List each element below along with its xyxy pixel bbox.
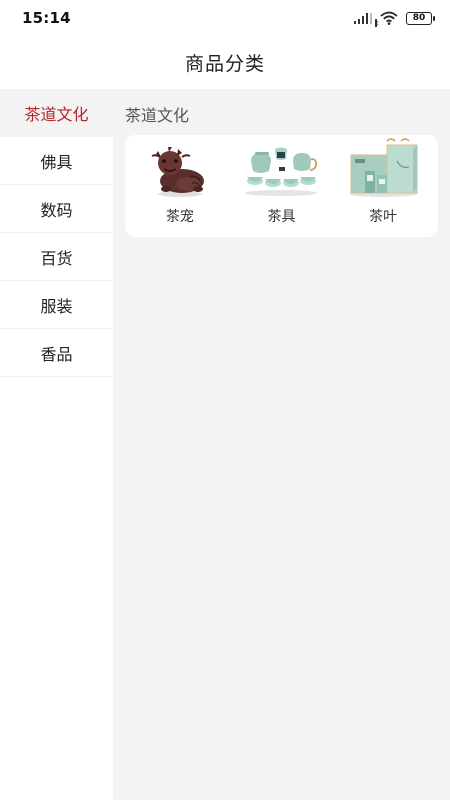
- status-bar: 15:14 x 80: [0, 0, 450, 36]
- battery-icon: 80: [406, 11, 435, 25]
- product-label-tea-set: 茶具: [267, 209, 296, 225]
- product-label-tea-leaves: 茶叶: [369, 209, 398, 225]
- product-label-tea-pet: 茶宠: [165, 209, 194, 225]
- page-title: 商品分类: [184, 53, 265, 75]
- page-header: 商品分类: [0, 36, 450, 89]
- status-time: 15:14: [22, 9, 71, 27]
- product-tea-set[interactable]: 茶具: [233, 135, 329, 226]
- subcategory-card: 茶宠 茶具 茶叶: [125, 135, 438, 237]
- wifi-icon: [380, 11, 398, 25]
- tea-set-image: [245, 147, 318, 196]
- tea-pet-image: [151, 147, 204, 197]
- section-title: 茶道文化: [125, 106, 190, 125]
- status-icons: x 80: [353, 11, 435, 27]
- product-tea-pet[interactable]: 茶宠: [132, 135, 228, 226]
- battery-level: 80: [412, 13, 426, 23]
- sidebar-item-incense[interactable]: 香品: [0, 329, 113, 377]
- category-sidebar: 茶道文化 佛具 数码 百货 服装 香品: [0, 89, 113, 800]
- sidebar-item-clothing[interactable]: 服装: [0, 281, 113, 329]
- sidebar-item-digital[interactable]: 数码: [0, 185, 113, 233]
- sidebar-item-buddhist-items[interactable]: 佛具: [0, 137, 113, 185]
- sidebar-item-tea-culture[interactable]: 茶道文化: [0, 89, 113, 137]
- category-content: 茶道文化 茶宠 茶具 茶叶: [113, 89, 450, 800]
- product-tea-leaves[interactable]: 茶叶: [335, 135, 431, 226]
- tea-leaf-box-image: [349, 138, 418, 197]
- signal-icon: x: [353, 12, 379, 27]
- sidebar-item-general-goods[interactable]: 百货: [0, 233, 113, 281]
